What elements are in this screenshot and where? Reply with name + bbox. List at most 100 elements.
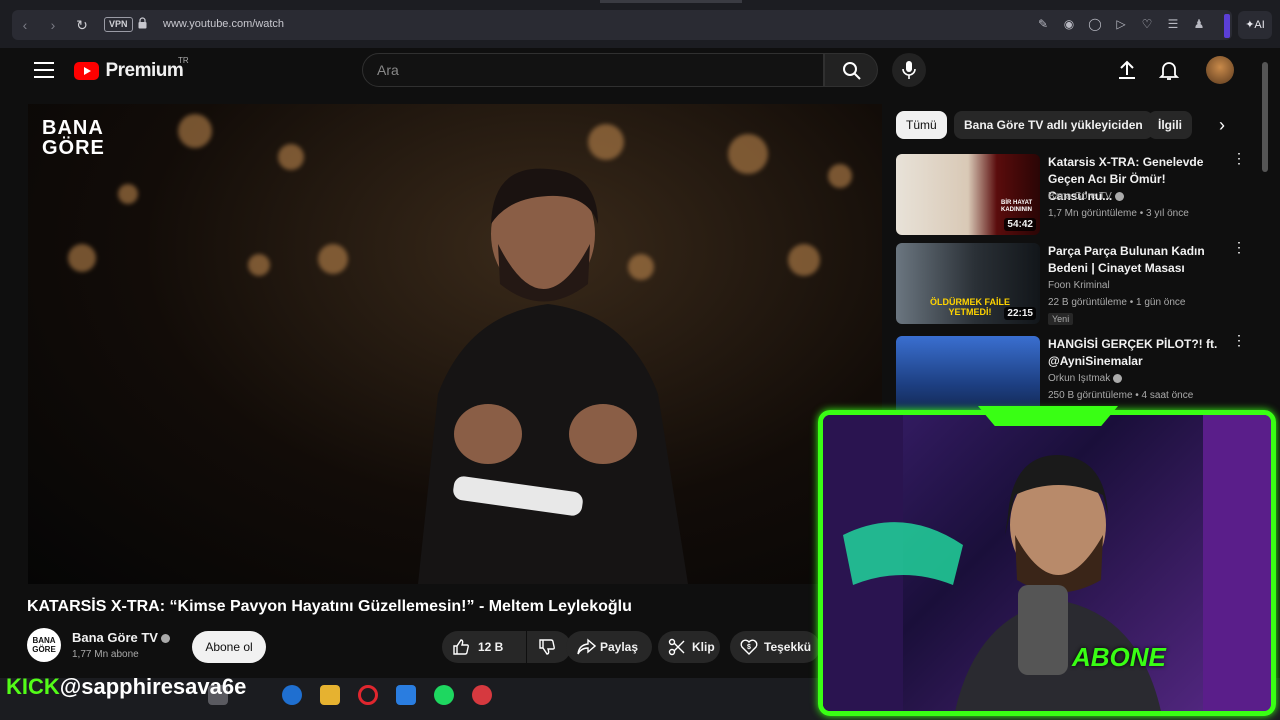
chip-all[interactable]: Tümü — [896, 111, 947, 139]
back-icon[interactable]: ‹ — [16, 16, 34, 34]
stream-handle-overlay: KICK@sapphiresava6e — [6, 674, 246, 700]
edge-icon[interactable] — [282, 685, 302, 705]
voice-search-button[interactable] — [892, 53, 926, 87]
scissors-icon — [668, 638, 685, 656]
like-button[interactable]: 12 B — [442, 631, 526, 663]
watermark-line1: BANA — [42, 117, 104, 139]
search-icon — [843, 62, 861, 80]
clip-label: Klip — [692, 640, 715, 654]
thanks-button[interactable]: $ Teşekkü — [730, 631, 820, 663]
recommendation-channel-text: Bana Göre TV — [1048, 191, 1112, 202]
new-badge: Yeni — [1048, 313, 1074, 325]
upload-icon[interactable] — [1115, 58, 1139, 82]
svg-text:$: $ — [747, 644, 751, 651]
verified-icon — [160, 634, 170, 644]
channel-name[interactable]: Bana Göre TV — [72, 630, 170, 645]
video-thumbnail[interactable] — [896, 336, 1040, 417]
bell-icon[interactable] — [1157, 58, 1181, 82]
chip-related[interactable]: İlgili — [1148, 111, 1192, 139]
recommendation-title[interactable]: HANGİSİ GERÇEK PİLOT?! ft. @AyniSinemala… — [1048, 336, 1228, 370]
clip-button[interactable]: Klip — [658, 631, 720, 663]
mail-icon[interactable] — [396, 685, 416, 705]
region-label: TR — [178, 56, 189, 65]
app-icon[interactable] — [472, 685, 492, 705]
opera-icon[interactable] — [358, 685, 378, 705]
folder-icon[interactable] — [320, 685, 340, 705]
search-input[interactable] — [375, 60, 805, 80]
chip-from-uploader[interactable]: Bana Göre TV adlı yükleyiciden — [954, 111, 1153, 139]
list-item[interactable]: ÖLDÜRMEK FAİLE YETMEDİ! 22:15 Parça Parç… — [896, 240, 1256, 325]
browser-toolbar: ‹ › ↻ VPN www.youtube.com/watch ✎ ◉ ◯ ▷ … — [0, 0, 1280, 48]
like-count: 12 B — [478, 640, 504, 654]
more-options-icon[interactable]: ⋮ — [1232, 151, 1246, 165]
share-button[interactable]: Paylaş — [566, 631, 652, 663]
search-box[interactable] — [362, 53, 824, 87]
reload-icon[interactable]: ↻ — [73, 16, 91, 34]
recommendation-title[interactable]: Parça Parça Bulunan Kadın Bedeni | Cinay… — [1048, 243, 1228, 277]
channel-name-text[interactable]: Bana Göre TV — [72, 630, 158, 645]
duration-badge: 22:15 — [1004, 307, 1036, 320]
video-thumbnail[interactable]: ÖLDÜRMEK FAİLE YETMEDİ! 22:15 — [896, 243, 1040, 324]
play-icon[interactable]: ▷ — [1114, 17, 1128, 31]
share-label: Paylaş — [600, 640, 639, 654]
active-tab-indicator[interactable] — [600, 0, 742, 3]
search-button[interactable] — [824, 53, 878, 87]
webcam-frame — [818, 410, 1276, 716]
recommendation-meta: 250 B görüntüleme • 4 saat önce — [1048, 390, 1194, 401]
subscribe-overlay-text: ABONE — [1072, 642, 1166, 672]
thanks-heart-icon: $ — [740, 639, 758, 655]
more-options-icon[interactable]: ⋮ — [1232, 240, 1246, 254]
channel-avatar[interactable]: BANA GÖRE — [27, 628, 61, 662]
video-thumbnail[interactable]: BİR HAYAT KADINININ 54:42 — [896, 154, 1040, 235]
video-title: KATARSİS X-TRA: “Kimse Pavyon Hayatını G… — [27, 598, 632, 615]
ai-button[interactable]: ✦AI — [1238, 11, 1272, 39]
youtube-play-icon — [74, 62, 99, 80]
forward-icon[interactable]: › — [44, 16, 62, 34]
more-options-icon[interactable]: ⋮ — [1232, 333, 1246, 347]
recommendation-channel-text: Orkun Işıtmak — [1048, 373, 1111, 384]
vpn-badge[interactable]: VPN — [104, 17, 133, 32]
lock-icon[interactable] — [138, 17, 147, 29]
recommendation-channel: Bana Göre TV — [1048, 191, 1124, 202]
ai-button-label: AI — [1254, 19, 1265, 31]
verified-icon — [1113, 373, 1123, 383]
chevron-right-icon[interactable]: › — [1208, 111, 1236, 139]
verified-icon — [1114, 191, 1124, 201]
brand-label: Premium — [105, 60, 184, 81]
url-text[interactable]: www.youtube.com/watch — [163, 18, 284, 30]
subscribe-button[interactable]: Abone ol — [192, 631, 266, 663]
dislike-button[interactable] — [527, 631, 571, 663]
duration-badge: 54:42 — [1004, 218, 1036, 231]
list-item[interactable]: BİR HAYAT KADINININ 54:42 Katarsis X-TRA… — [896, 151, 1256, 236]
recommendation-channel: Orkun Işıtmak — [1048, 373, 1123, 384]
webcam-frame-tab — [978, 406, 1118, 426]
share-icon — [577, 638, 596, 655]
recommendation-channel: Foon Kriminal — [1048, 280, 1110, 291]
avatar[interactable] — [1206, 56, 1234, 84]
hamburger-menu-icon[interactable] — [34, 62, 54, 78]
profile-icon[interactable]: ♟ — [1192, 17, 1206, 31]
thumbs-up-icon — [453, 639, 469, 655]
microphone-icon — [902, 61, 916, 79]
subscriber-count: 1,77 Mn abone — [72, 649, 139, 660]
edit-icon[interactable]: ✎ — [1036, 17, 1050, 31]
sidebar-toggle[interactable] — [1224, 14, 1230, 38]
recommendation-meta: 1,7 Mn görüntüleme • 3 yıl önce — [1048, 208, 1189, 219]
thumbnail-caption: BİR HAYAT KADINININ — [1001, 200, 1033, 213]
shield-icon[interactable]: ◯ — [1088, 17, 1102, 31]
spotify-icon[interactable] — [434, 685, 454, 705]
video-player[interactable]: BANA GÖRE — [28, 104, 882, 584]
youtube-logo[interactable]: Premium TR — [74, 56, 189, 82]
streamer-figure — [823, 415, 1271, 711]
menu-list-icon[interactable]: ☰ — [1166, 17, 1180, 31]
recommendation-meta: 22 B görüntüleme • 1 gün önce — [1048, 297, 1186, 308]
scrollbar[interactable] — [1262, 62, 1268, 172]
webcam-overlay: ABONE — [814, 406, 1280, 720]
watermark-line2: GÖRE — [42, 137, 105, 159]
channel-watermark: BANA GÖRE — [42, 118, 105, 158]
kick-logo: KICK — [6, 674, 60, 699]
speaker-figure — [418, 168, 688, 584]
thanks-label: Teşekkü — [764, 640, 812, 654]
camera-icon[interactable]: ◉ — [1062, 17, 1076, 31]
heart-icon[interactable]: ♡ — [1140, 17, 1154, 31]
